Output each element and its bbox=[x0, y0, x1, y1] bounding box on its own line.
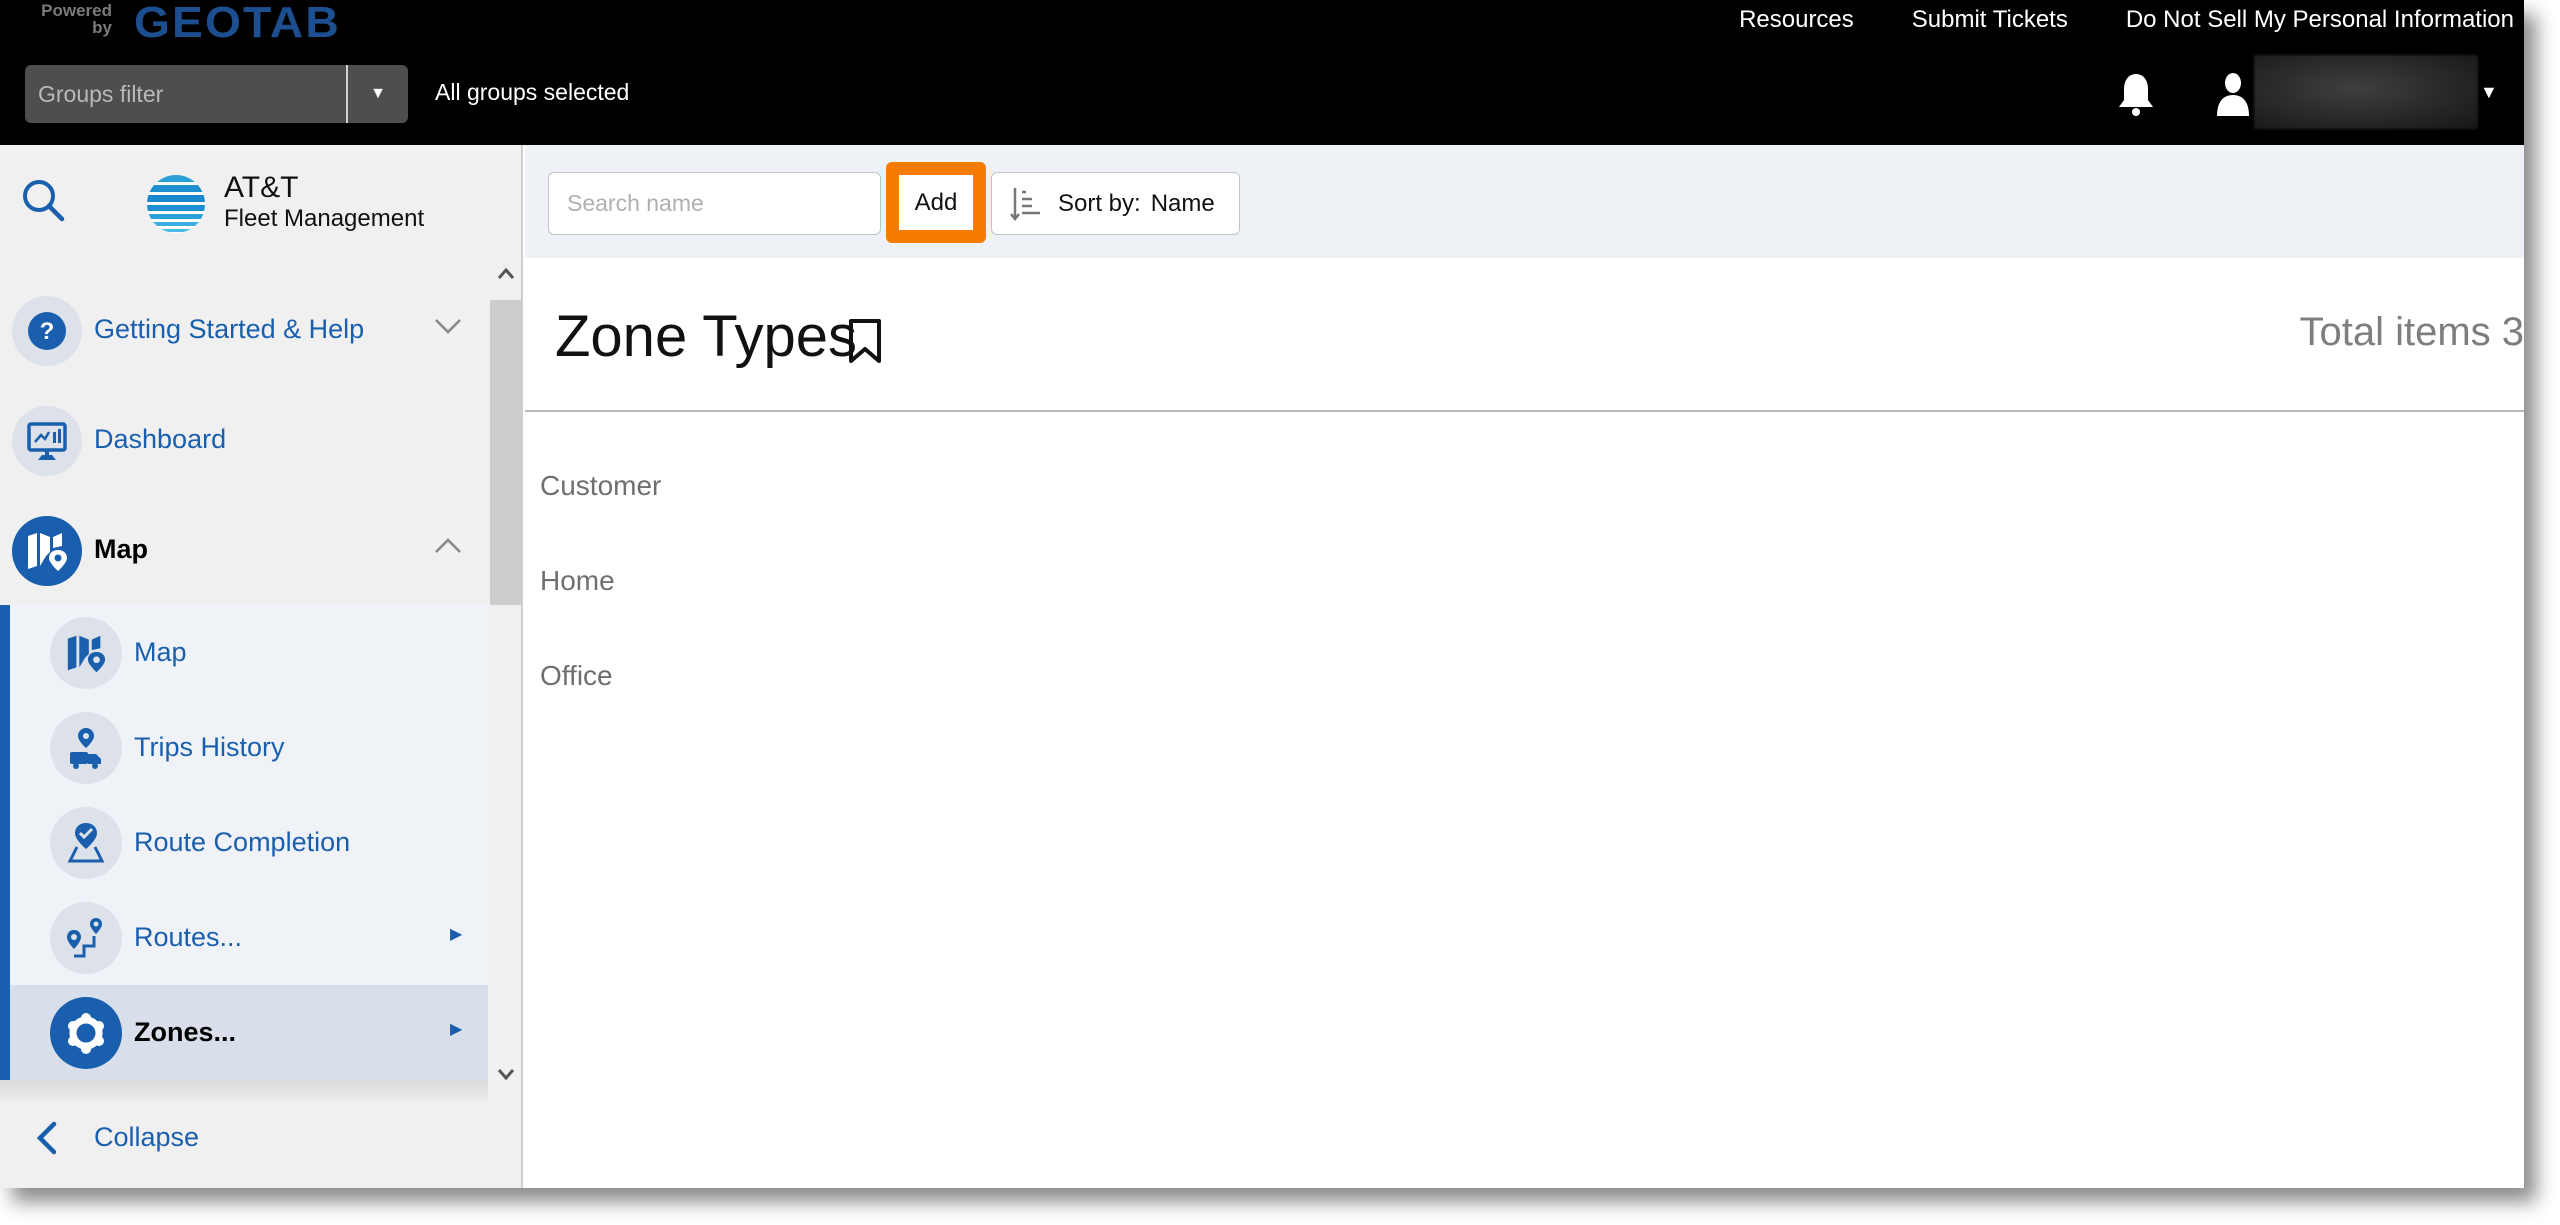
map-icon bbox=[28, 533, 67, 571]
sidebar: AT&T Fleet Management ? Getting Started … bbox=[0, 145, 523, 1188]
nav-menu: ? Getting Started & Help Dashboard Map M… bbox=[0, 260, 523, 1100]
list-item[interactable]: Customer bbox=[525, 438, 2524, 533]
top-header: Powered by GEOTAB Groups filter ▼ All gr… bbox=[0, 0, 2524, 145]
scroll-up-icon[interactable] bbox=[492, 260, 520, 288]
zone-types-list: Customer Home Office bbox=[525, 412, 2524, 723]
submenu-arrow-icon[interactable]: ▶ bbox=[450, 1019, 462, 1039]
user-name-redacted[interactable] bbox=[2254, 55, 2478, 129]
main-content: Add Sort by: Name Zone Types Total items… bbox=[525, 145, 2524, 1188]
list-item[interactable]: Home bbox=[525, 533, 2524, 628]
page-title: Zone Types bbox=[555, 304, 858, 369]
help-icon: ? bbox=[28, 312, 66, 350]
help-icon-wrapper: ? bbox=[12, 296, 82, 366]
sub-item-map[interactable]: Map bbox=[10, 605, 488, 700]
sub-item-routes[interactable]: Routes... ▶ bbox=[10, 890, 488, 985]
sort-label: Sort by: bbox=[1058, 189, 1141, 217]
groups-status-text: All groups selected bbox=[435, 79, 630, 105]
nav-bottom-edge bbox=[0, 1080, 488, 1100]
map-icon-wrapper bbox=[12, 516, 82, 586]
nav-item-label: Map bbox=[94, 534, 148, 564]
chevron-down-icon[interactable] bbox=[430, 308, 466, 344]
zones-icon-wrapper bbox=[50, 997, 122, 1069]
list-item[interactable]: Office bbox=[525, 628, 2524, 723]
chevron-up-icon[interactable] bbox=[430, 528, 466, 564]
powered-by-label: Powered by bbox=[41, 1, 112, 37]
svg-text:?: ? bbox=[40, 318, 55, 345]
route-completion-icon bbox=[67, 823, 105, 863]
routes-icon-wrapper bbox=[50, 902, 122, 974]
submit-tickets-link[interactable]: Submit Tickets bbox=[1912, 6, 2068, 34]
nav-item-map[interactable]: Map bbox=[0, 500, 488, 600]
bookmark-icon[interactable] bbox=[845, 317, 885, 365]
dashboard-icon bbox=[27, 422, 67, 460]
search-name-input[interactable] bbox=[548, 172, 881, 235]
nav-item-label: Getting Started & Help bbox=[94, 314, 365, 344]
groups-filter-placeholder[interactable]: Groups filter bbox=[38, 81, 163, 108]
sort-value: Name bbox=[1150, 189, 1215, 217]
search-icon[interactable] bbox=[20, 177, 66, 223]
sub-item-label: Trips History bbox=[134, 732, 285, 762]
caret-down-icon[interactable]: ▼ bbox=[348, 65, 408, 123]
geotab-logo[interactable]: GEOTAB bbox=[134, 0, 341, 48]
scrollbar-thumb[interactable] bbox=[490, 300, 522, 605]
top-links: Resources Submit Tickets Do Not Sell My … bbox=[1739, 6, 2514, 34]
trips-history-icon bbox=[70, 728, 101, 769]
att-globe-logo bbox=[147, 175, 205, 233]
user-icon[interactable] bbox=[2215, 72, 2251, 116]
total-items-count: Total items 3 bbox=[2299, 310, 2524, 354]
nav-item-label: Dashboard bbox=[94, 424, 227, 454]
sub-item-trips-history[interactable]: Trips History bbox=[10, 700, 488, 795]
sub-item-label: Zones... bbox=[134, 1017, 237, 1047]
app-window: Powered by GEOTAB Groups filter ▼ All gr… bbox=[0, 0, 2524, 1188]
do-not-sell-link[interactable]: Do Not Sell My Personal Information bbox=[2126, 6, 2514, 34]
sub-item-zones[interactable]: Zones... ▶ bbox=[10, 985, 488, 1080]
routes-icon bbox=[67, 918, 102, 958]
zones-icon bbox=[68, 1013, 104, 1054]
notification-bell-icon[interactable] bbox=[2116, 72, 2156, 116]
brand-subtitle: Fleet Management bbox=[224, 205, 425, 232]
map-icon bbox=[67, 635, 106, 673]
resources-link[interactable]: Resources bbox=[1739, 6, 1854, 34]
sub-item-label: Map bbox=[134, 637, 187, 667]
map-icon-wrapper bbox=[50, 617, 122, 689]
toolbar: Add Sort by: Name bbox=[525, 145, 2524, 258]
collapse-button[interactable]: Collapse bbox=[0, 1100, 520, 1180]
brand-title: AT&T bbox=[224, 171, 299, 204]
submenu-arrow-icon[interactable]: ▶ bbox=[450, 924, 462, 944]
trips-history-icon-wrapper bbox=[50, 712, 122, 784]
add-button[interactable]: Add bbox=[886, 162, 986, 243]
sort-button[interactable]: Sort by: Name bbox=[991, 172, 1240, 235]
route-completion-icon-wrapper bbox=[50, 807, 122, 879]
sub-item-label: Routes... bbox=[134, 922, 243, 952]
groups-filter[interactable]: Groups filter ▼ bbox=[25, 65, 408, 123]
sub-item-label: Route Completion bbox=[134, 827, 351, 857]
nav-item-dashboard[interactable]: Dashboard bbox=[0, 390, 488, 490]
sub-item-route-completion[interactable]: Route Completion bbox=[10, 795, 488, 890]
sort-icon bbox=[1010, 187, 1040, 221]
nav-item-getting-started[interactable]: ? Getting Started & Help bbox=[0, 280, 488, 380]
map-submenu: Map Trips History Route Completion Route… bbox=[0, 605, 488, 1080]
collapse-label: Collapse bbox=[94, 1122, 200, 1152]
dashboard-icon-wrapper bbox=[12, 406, 82, 476]
chevron-left-icon bbox=[36, 1121, 57, 1155]
user-menu-caret-icon[interactable]: ▼ bbox=[2480, 82, 2498, 103]
scroll-down-icon[interactable] bbox=[492, 1060, 520, 1088]
